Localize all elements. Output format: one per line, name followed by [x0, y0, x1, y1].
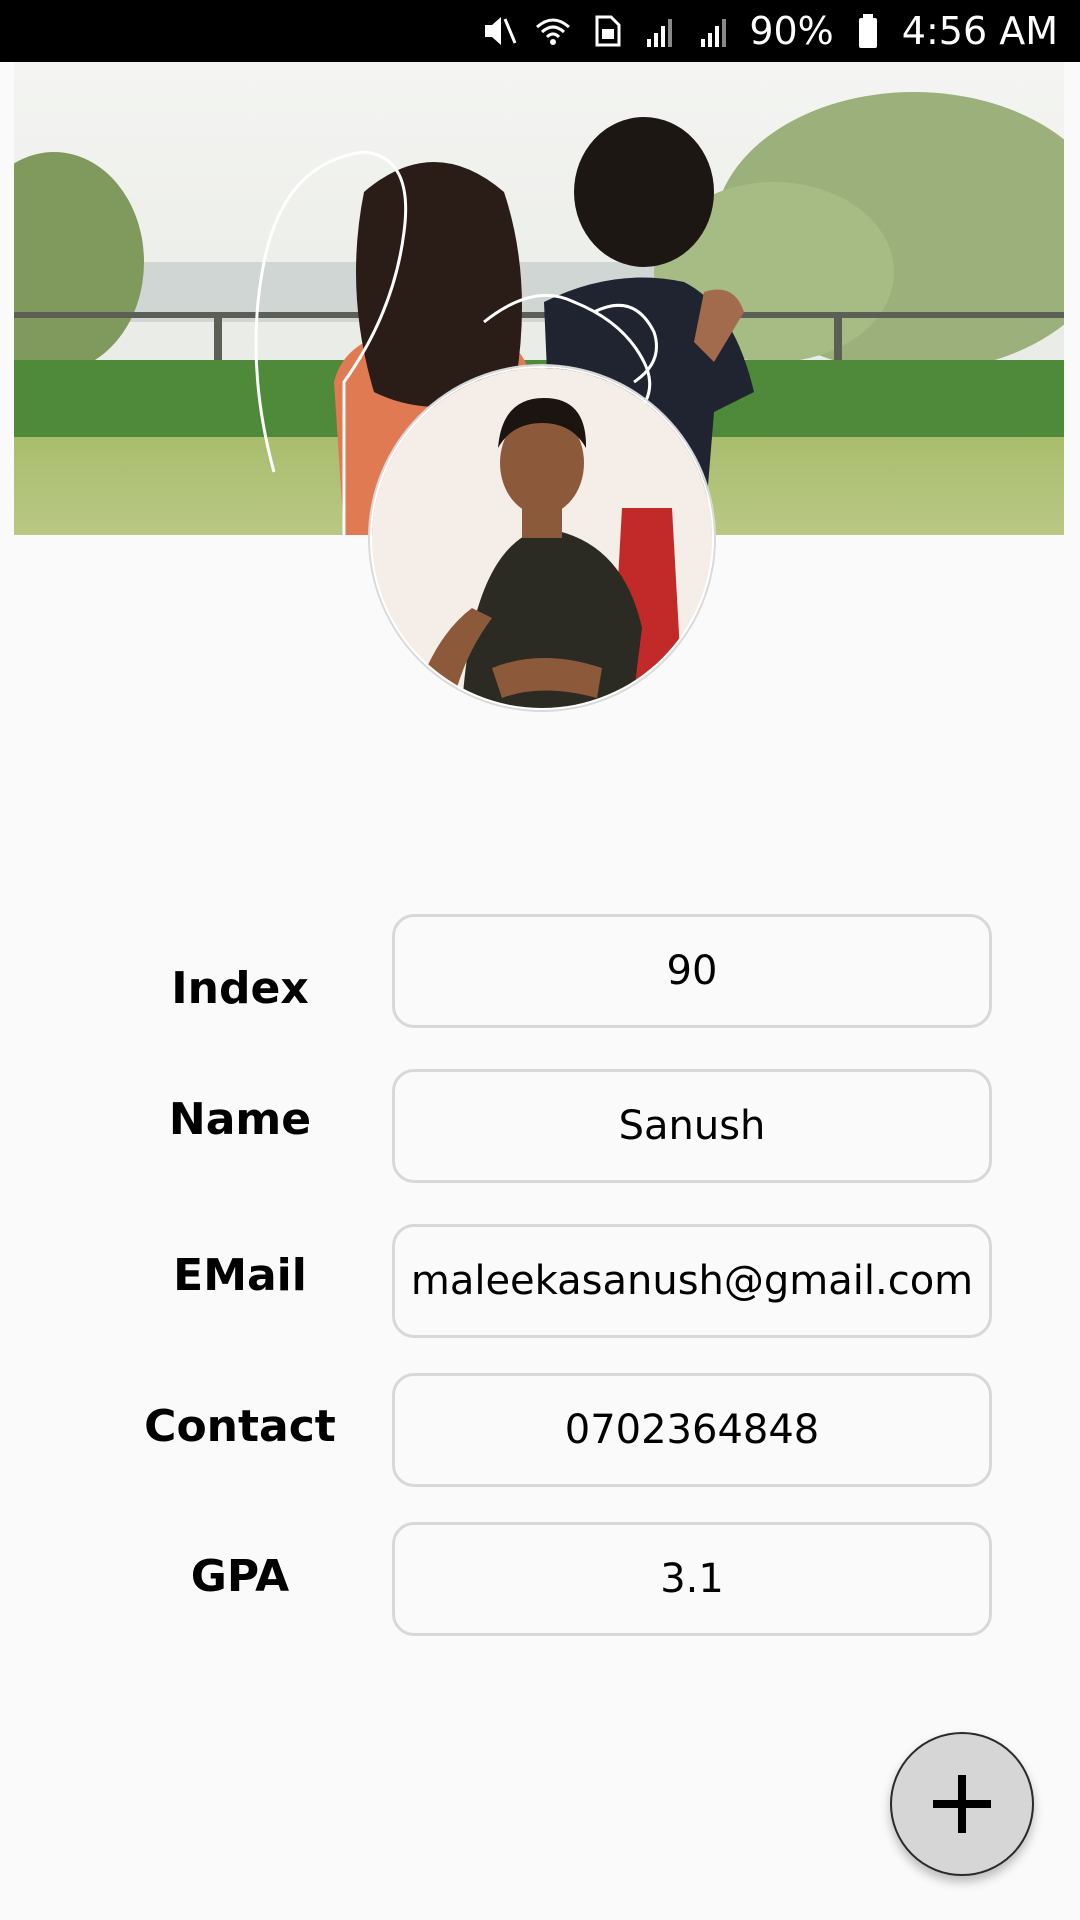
add-button[interactable] — [890, 1732, 1034, 1876]
contact-field[interactable]: 0702364848 — [392, 1373, 992, 1487]
plus-icon — [933, 1775, 991, 1833]
index-label: Index — [171, 963, 309, 1014]
gpa-label: GPA — [190, 1551, 290, 1602]
status-bar: 90% 4:56 AM — [0, 0, 1080, 62]
index-field[interactable]: 90 — [392, 914, 992, 1028]
gpa-field[interactable]: 3.1 — [392, 1522, 992, 1636]
email-field[interactable]: maleekasanush@gmail.com — [392, 1224, 992, 1338]
signal-icon — [647, 19, 673, 47]
profile-avatar[interactable] — [370, 366, 714, 710]
battery-icon — [858, 14, 877, 48]
sim-icon — [595, 15, 621, 47]
wifi-icon — [536, 18, 571, 45]
name-field[interactable]: Sanush — [392, 1069, 992, 1183]
email-label: EMail — [173, 1250, 307, 1301]
clock: 4:56 AM — [901, 9, 1058, 53]
mute-icon — [485, 17, 517, 45]
name-label: Name — [168, 1094, 312, 1145]
signal-icon — [701, 19, 727, 47]
contact-label: Contact — [144, 1401, 336, 1452]
status-icons: 90% 4:56 AM — [479, 0, 1058, 62]
battery-percent: 90% — [749, 9, 834, 53]
